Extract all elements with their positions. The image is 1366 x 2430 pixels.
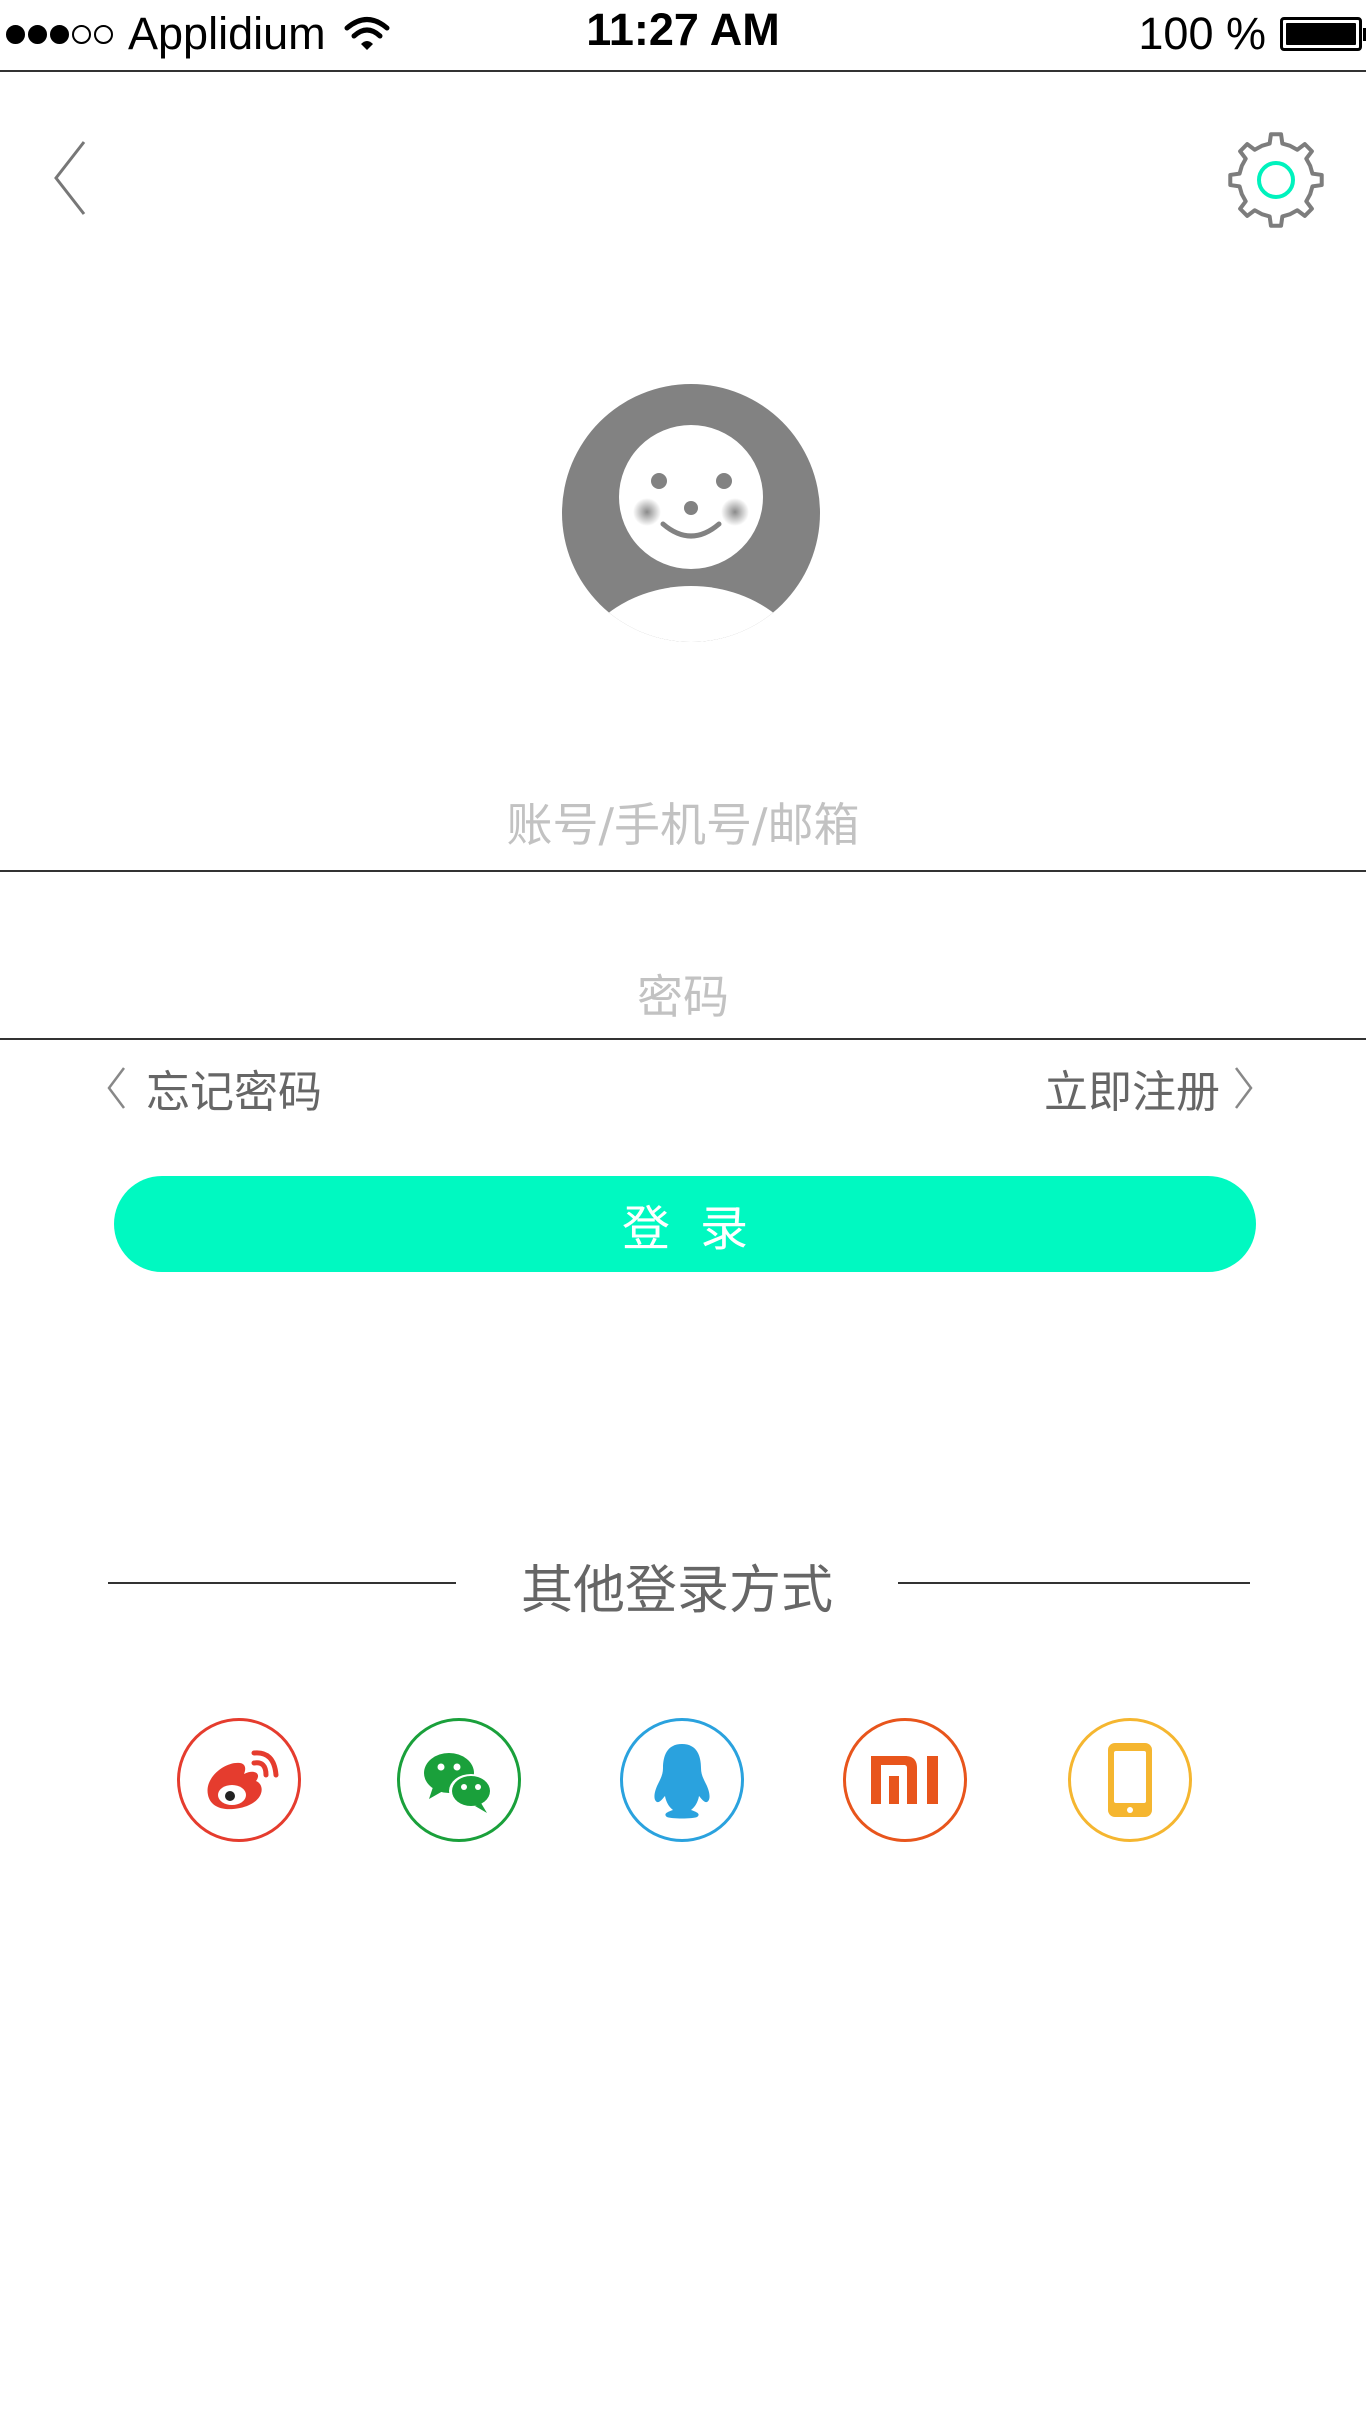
chevron-left-icon	[54, 141, 86, 215]
chevron-left-icon	[107, 1067, 125, 1109]
register-label: 立即注册	[1044, 1067, 1220, 1118]
avatar	[562, 384, 820, 642]
qq-login-button[interactable]	[620, 1718, 744, 1842]
password-input[interactable]	[0, 956, 1366, 1038]
wechat-icon	[424, 1753, 493, 1813]
wechat-login-button[interactable]	[397, 1718, 521, 1842]
battery-percentage: 100 %	[1138, 8, 1266, 59]
xiaomi-login-button[interactable]	[843, 1718, 967, 1842]
other-login-title: 其他登录方式	[520, 1561, 833, 1621]
battery-icon	[1280, 17, 1366, 51]
account-input[interactable]	[0, 780, 1366, 870]
divider-right	[898, 1582, 1250, 1584]
phone-login-button[interactable]	[1068, 1718, 1192, 1842]
status-right: 100 %	[1138, 8, 1366, 60]
settings-button[interactable]	[1226, 130, 1326, 230]
battery-level	[1286, 23, 1356, 45]
weibo-login-button[interactable]	[177, 1718, 301, 1842]
forgot-password-link[interactable]: 忘记密码	[104, 1058, 322, 1118]
social-login-row	[0, 1718, 1366, 1842]
gear-icon	[1228, 132, 1324, 228]
weibo-icon	[207, 1750, 279, 1810]
account-field[interactable]	[0, 780, 1366, 872]
password-field[interactable]	[0, 956, 1366, 1040]
xiaomi-icon	[871, 1756, 938, 1804]
smiley-avatar-icon	[562, 384, 820, 642]
divider-left	[108, 1582, 456, 1584]
back-button[interactable]	[50, 138, 90, 218]
phone-icon	[1108, 1743, 1152, 1817]
login-button[interactable]: 登录	[114, 1176, 1256, 1272]
chevron-right-icon	[1235, 1067, 1253, 1109]
qq-icon	[654, 1744, 710, 1819]
register-link[interactable]: 立即注册	[1044, 1058, 1256, 1118]
status-bar: Applidium 11:27 AM 100 %	[0, 0, 1366, 72]
forgot-password-label: 忘记密码	[146, 1067, 322, 1118]
